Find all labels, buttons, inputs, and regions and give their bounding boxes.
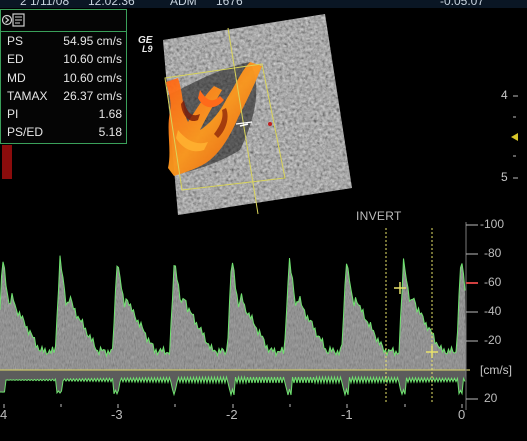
velocity-tick: -60 <box>484 275 502 289</box>
velocity-scale <box>465 222 478 410</box>
probe-label: GE L9 <box>138 36 153 54</box>
focus-depth-icon[interactable] <box>511 133 518 141</box>
invert-indicator[interactable]: INVERT <box>356 209 402 223</box>
velocity-tick: -40 <box>484 304 502 318</box>
velocity-tick: -20 <box>484 333 502 347</box>
depth-label-5: 5 <box>501 170 508 184</box>
depth-scale <box>511 95 518 179</box>
ultrasound-display <box>0 14 518 410</box>
depth-label-4: 4 <box>501 88 508 102</box>
time-tick: -2 <box>226 407 238 422</box>
time-tick: 4 <box>0 407 8 422</box>
velocity-tick: -80 <box>484 246 502 260</box>
time-tick: -3 <box>111 407 123 422</box>
velocity-unit: [cm/s] <box>480 363 512 377</box>
velocity-tick: 20 <box>484 391 498 405</box>
time-tick: -1 <box>341 407 353 422</box>
velocity-tick: -100 <box>480 217 505 231</box>
time-tick: 0 <box>458 407 466 422</box>
spectral-doppler <box>0 222 466 410</box>
probe-model: L9 <box>142 44 153 54</box>
